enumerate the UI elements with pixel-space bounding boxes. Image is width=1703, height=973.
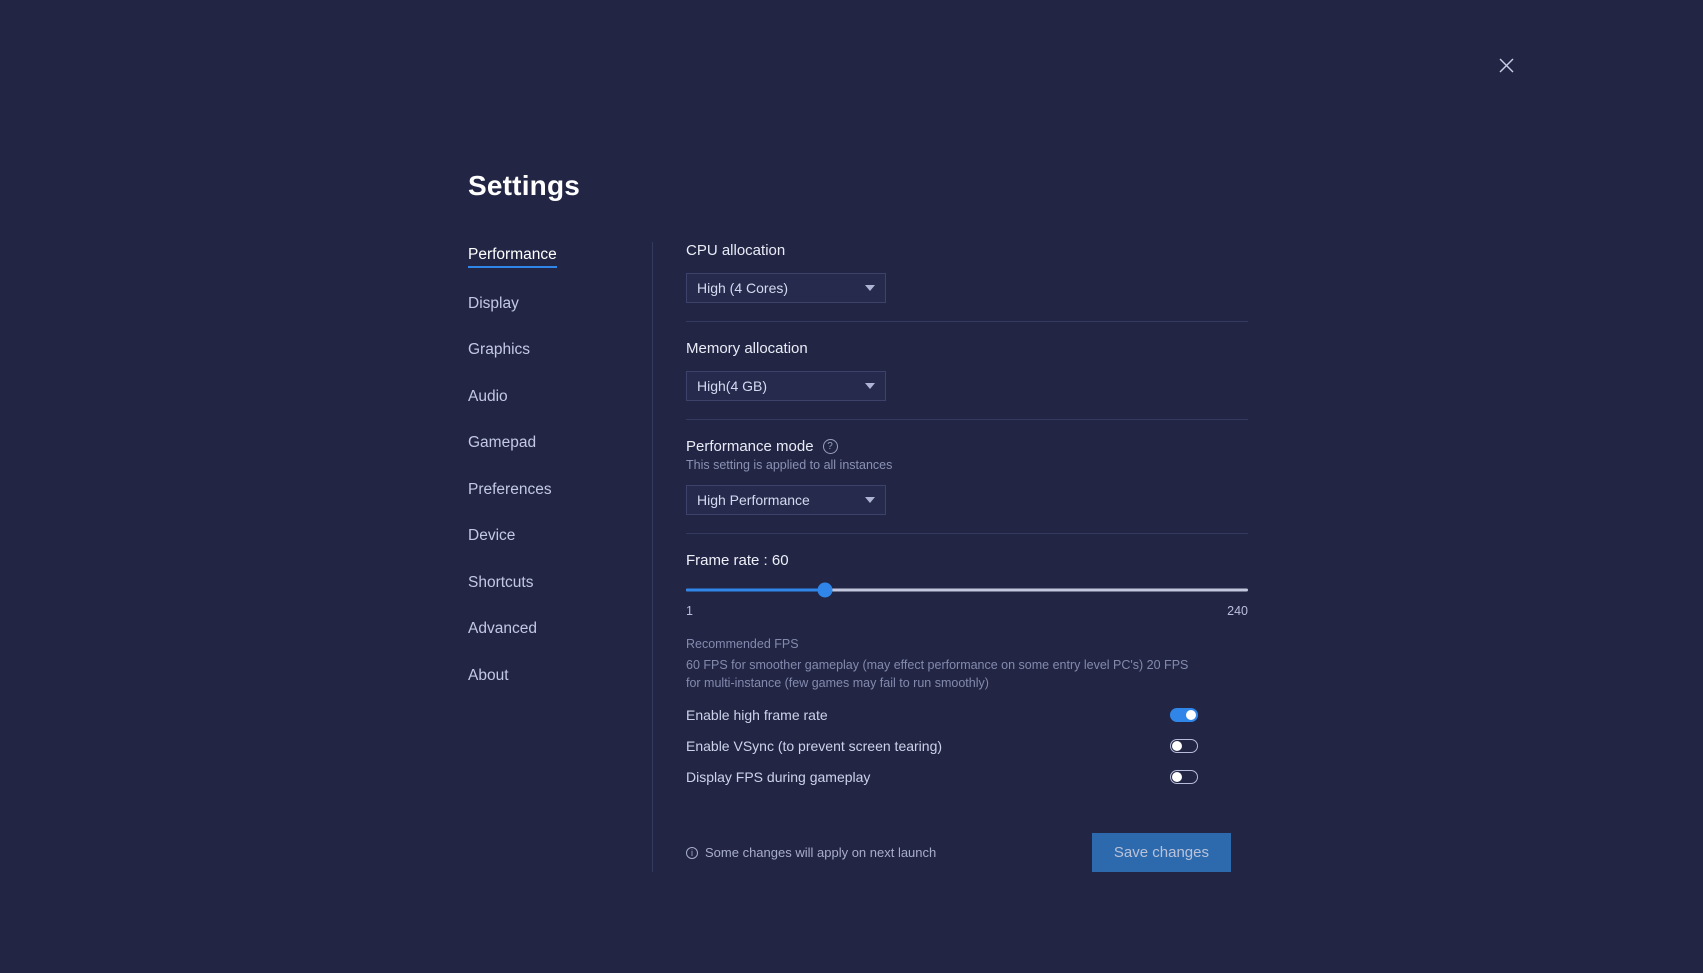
settings-body: Performance Display Graphics Audio Gamepad Pr… (468, 242, 1248, 873)
sidebar-item-graphics[interactable]: Graphics (468, 342, 530, 361)
cpu-allocation-select[interactable]: High (4 Cores) (686, 273, 886, 303)
toggle-label: Display FPS during gameplay (686, 769, 871, 786)
info-icon: i (686, 846, 698, 859)
memory-allocation-section: Memory allocation High(4 GB) (686, 340, 1248, 419)
slider-scale: 1 240 (686, 604, 1248, 618)
toggle-knob (1186, 710, 1196, 721)
divider (686, 419, 1248, 420)
toggle-label: Enable VSync (to prevent screen tearing) (686, 738, 943, 755)
toggle-row: Enable high frame rate (686, 707, 1198, 723)
save-changes-button[interactable]: Save changes (1091, 833, 1231, 873)
chevron-down-icon (865, 285, 875, 291)
sidebar-item-device[interactable]: Device (468, 528, 515, 547)
divider (686, 533, 1248, 534)
next-launch-notice: i Some changes will apply on next launch (686, 845, 936, 860)
page-title: Settings (468, 170, 581, 201)
memory-allocation-select[interactable]: High(4 GB) (686, 371, 886, 401)
sidebar-item-display[interactable]: Display (468, 295, 519, 315)
performance-mode-section: Performance mode ? This setting is appli… (686, 438, 1248, 533)
toggle-row: Enable VSync (to prevent screen tearing) (686, 738, 1198, 754)
toggle-switch[interactable] (1170, 739, 1198, 754)
sidebar-item-about[interactable]: About (468, 667, 509, 687)
cpu-allocation-section: CPU allocation High (4 Cores) (686, 242, 1248, 321)
chevron-down-icon (865, 497, 875, 503)
toggle-row: Display FPS during gameplay (686, 769, 1198, 785)
performance-mode-value: High Performance (697, 492, 810, 508)
close-window-button[interactable] (1491, 50, 1521, 80)
recommended-fps-title: Recommended FPS (686, 637, 799, 651)
next-launch-notice-text: Some changes will apply on next launch (705, 845, 937, 861)
cpu-allocation-value: High (4 Cores) (697, 280, 789, 296)
toggle-label: Enable high frame rate (686, 707, 828, 724)
settings-footer: i Some changes will apply on next launch… (686, 833, 1231, 873)
settings-dialog: Settings Performance Display Graphics Audio… (468, 170, 1248, 873)
sidebar-nav-list: Performance Display Graphics Audio Gamepad Pr… (468, 247, 652, 714)
settings-content-panel: CPU allocation High (4 Cores) Memory all… (652, 242, 1248, 873)
frame-rate-label: Frame rate : 60 (686, 552, 789, 569)
slider-thumb[interactable] (817, 582, 833, 598)
slider-min-label: 1 (686, 604, 693, 618)
memory-allocation-label: Memory allocation (686, 340, 808, 357)
sidebar-item-performance[interactable]: Performance (468, 247, 557, 268)
frame-rate-section: Frame rate : 60 1 240 Recommended FPS 60… (686, 552, 1248, 692)
toggle-switch[interactable] (1170, 770, 1198, 785)
toggle-knob (1172, 772, 1182, 783)
recommended-fps-body: 60 FPS for smoother gameplay (may effect… (686, 658, 1189, 691)
toggle-knob (1172, 741, 1182, 752)
sidebar-item-advanced[interactable]: Advanced (468, 621, 537, 640)
close-icon (1498, 57, 1515, 74)
sidebar-item-preferences[interactable]: Preferences (468, 481, 552, 501)
toggle-switch[interactable] (1170, 708, 1198, 723)
slider-max-label: 240 (1227, 604, 1248, 618)
chevron-down-icon (865, 383, 875, 389)
slider-track-fill (686, 588, 825, 592)
performance-mode-label: Performance mode ? (686, 438, 1248, 455)
sidebar-item-audio[interactable]: Audio (468, 388, 508, 408)
frame-rate-slider[interactable] (686, 582, 1248, 598)
performance-mode-note: This setting is applied to all instances (686, 458, 893, 472)
sidebar-item-gamepad[interactable]: Gamepad (468, 435, 536, 454)
divider (686, 321, 1248, 322)
sidebar-item-shortcuts[interactable]: Shortcuts (468, 574, 533, 594)
settings-sidebar: Performance Display Graphics Audio Gamepad Pr… (468, 242, 652, 714)
performance-mode-label-text: Performance mode (686, 438, 814, 455)
performance-mode-select[interactable]: High Performance (686, 485, 886, 515)
help-icon[interactable]: ? (822, 439, 838, 454)
cpu-allocation-label: CPU allocation (686, 242, 786, 259)
toggle-list: Enable high frame rate Enable VSync (to p… (686, 707, 1248, 785)
memory-allocation-value: High(4 GB) (697, 378, 768, 394)
